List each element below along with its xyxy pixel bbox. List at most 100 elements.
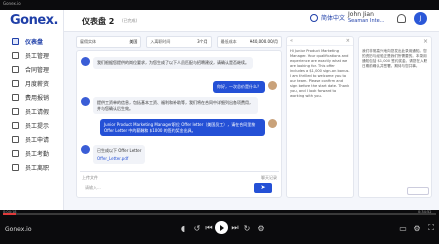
offer-letter-zh-panel: × 我们非常高兴地向您发出此录用通知。您的资历与经验正是我们所需要的。本录用通知… [358,36,432,198]
message-text: 提供工资单的信息，包括基本工资、福利和补助等，我们将在合同中详细列出各项费用，并… [97,100,253,111]
sidebar-item-label: 费用报销 [25,94,50,102]
player-channel: Gonex.io [5,226,32,233]
nav-icon [12,65,19,73]
rewind-icon[interactable]: ↺ [192,223,202,233]
page-title: 仪表盘 2 [82,17,115,26]
volume-icon[interactable]: ◖ [178,223,188,233]
filter-select[interactable]: 入离职时间 3个月 [146,36,212,48]
user-message: 你好，一次总价是什么？ [213,81,277,93]
next-icon[interactable]: ⏭ [230,223,240,233]
nav-icon [12,149,19,157]
time-elapsed: 0:04:18 [3,210,17,214]
nav-icon [12,51,19,59]
sidebar-item-label: 员工申请 [25,136,50,144]
close-icon[interactable]: × [423,38,428,45]
panel-header: « × [287,37,353,46]
sidebar-item[interactable]: 仪表盘 [0,34,64,48]
filter-label: 雇佣实体 [80,39,96,44]
video-title: Gonex.io [3,1,21,6]
filter-select[interactable]: 雇佣实体 美国 [76,36,142,48]
language-label: 简体中文 [321,15,346,22]
subtitles-icon[interactable]: ▭ [398,223,408,233]
offer-letter-en-panel: « × Hi Junior Product Marketing Manager.… [286,36,354,198]
offer-letter-zh-text: 我们非常高兴地向您发出此录用通知。您的资历与经验正是我们所需要的。本录用通知包括… [362,49,428,68]
bell-icon[interactable] [397,14,406,23]
filter-value: 3个月 [197,39,208,44]
sidebar-item-label: 员工请假 [25,108,50,116]
filter-label: 最低成本 [220,39,237,44]
sidebar-item-label: 仪表盘 [25,38,44,46]
avatar [268,81,277,90]
fullscreen-icon[interactable]: ⛶ [426,223,436,233]
bot-message: 提供工资单的信息，包括基本工资、福利和补助等，我们将在合同中详细列出各项费用，并… [81,97,258,114]
top-bar: 仪表盘 2 (已完成) 简体中文 John Jian Seaman Inte..… [64,10,439,32]
nav-icon [12,79,19,87]
message-text: 已生成以下 Offer Letter [97,148,142,153]
message-bubble: 提供工资单的信息，包括基本工资、福利和补助等，我们将在合同中详细列出各项费用，并… [93,97,258,114]
sidebar-nav: 仪表盘员工管理合同管理月度薪资费用报销员工请假员工提示员工申请员工考勤员工离职 [0,34,64,174]
upload-file-button[interactable]: 上传文件 [82,175,98,181]
chat-input-area: 上传文件 聊天记录 请输入... ➤ [80,171,279,195]
sidebar-item[interactable]: 费用报销 [0,90,64,104]
avatar [81,97,90,106]
filter-select[interactable]: 最低成本 ¥40,000.00/月 [216,36,282,48]
message-text: 你好，一次总价是什么？ [217,84,261,89]
message-text: 我们根据您提供的岗位要求，为您生成了以下人员匹配与招聘建议，请确认是否继续。 [97,60,249,65]
video-title-bar: Gonex.io [0,0,439,10]
sidebar-item[interactable]: 员工提示 [0,118,64,132]
forward-icon[interactable]: ↻ [242,223,252,233]
nav-icon [12,93,19,101]
attachment-link[interactable]: Offer_Letter.pdf [97,156,141,162]
speed-icon[interactable]: ⚙ [256,223,266,233]
chat-panel: 我们根据您提供的岗位要求，为您生成了以下人员匹配与招聘建议，请确认是否继续。你好… [76,50,282,198]
offer-letter-en-text: Hi Junior Product Marketing Manager. You… [290,49,350,98]
send-button[interactable]: ➤ [254,183,272,193]
avatar [268,119,277,128]
app-window: Gonex. 仪表盘员工管理合同管理月度薪资费用报销员工请假员工提示员工申请员工… [0,10,439,210]
filter-value: 美国 [129,39,138,44]
close-icon[interactable]: × [346,38,350,44]
sidebar-item[interactable]: 员工申请 [0,132,64,146]
filter-value: ¥40,000.00/月 [249,39,278,44]
sidebar: Gonex. 仪表盘员工管理合同管理月度薪资费用报销员工请假员工提示员工申请员工… [0,10,64,210]
player-controls: Gonex.io ◖ ↺ ⏮ ⏭ ↻ ⚙ ▭ ⚙ ⛶ [0,217,439,244]
sidebar-item[interactable]: 员工管理 [0,48,64,62]
nav-icon [12,163,19,171]
message-bubble: 已生成以下 Offer Letter Offer_Letter.pdf [93,145,146,164]
message-bubble: 我们根据您提供的岗位要求，为您生成了以下人员匹配与招聘建议，请确认是否继续。 [93,57,253,69]
sidebar-item[interactable]: 员工离职 [0,160,64,174]
sidebar-item-label: 月度薪资 [25,80,50,88]
settings-icon[interactable]: ⚙ [412,223,422,233]
time-total: 0:34:52 [418,210,432,214]
sidebar-item[interactable]: 合同管理 [0,62,64,76]
sidebar-item[interactable]: 员工请假 [0,104,64,118]
avatar[interactable]: J [414,12,427,25]
video-progress-bar[interactable] [3,213,436,215]
sidebar-item-label: 员工提示 [25,122,50,130]
nav-icon [12,107,19,115]
message-bubble: 你好，一次总价是什么？ [213,81,265,93]
sidebar-item-label: 员工离职 [25,164,50,172]
language-switch[interactable]: 简体中文 [310,13,345,22]
message-text: Junior Product Marketing Manager职位 Offer… [104,122,256,133]
sidebar-item[interactable]: 员工考勤 [0,146,64,160]
nav-icon [12,121,19,129]
filter-label: 入离职时间 [150,39,171,44]
chat-history-button[interactable]: 聊天记录 [261,175,277,181]
confirm-button[interactable] [407,187,429,195]
sidebar-item[interactable]: 月度薪资 [0,76,64,90]
input-toolbar: 上传文件 聊天记录 [82,175,277,181]
prev-icon[interactable]: ⏮ [204,223,214,233]
nav-icon [12,135,19,143]
sidebar-item-label: 员工管理 [25,52,50,60]
sidebar-item-label: 员工考勤 [25,150,50,158]
sidebar-item-label: 合同管理 [25,66,50,74]
collapse-icon[interactable]: « [290,38,293,44]
chat-input[interactable]: 请输入... [82,182,250,193]
page-subtitle: (已完成) [122,18,138,23]
play-button[interactable] [215,221,228,234]
avatar [81,145,90,154]
filter-bar: 雇佣实体 美国 入离职时间 3个月 最低成本 ¥40,000.00/月 [76,36,282,48]
logo: Gonex. [10,13,59,28]
globe-icon [310,13,318,22]
